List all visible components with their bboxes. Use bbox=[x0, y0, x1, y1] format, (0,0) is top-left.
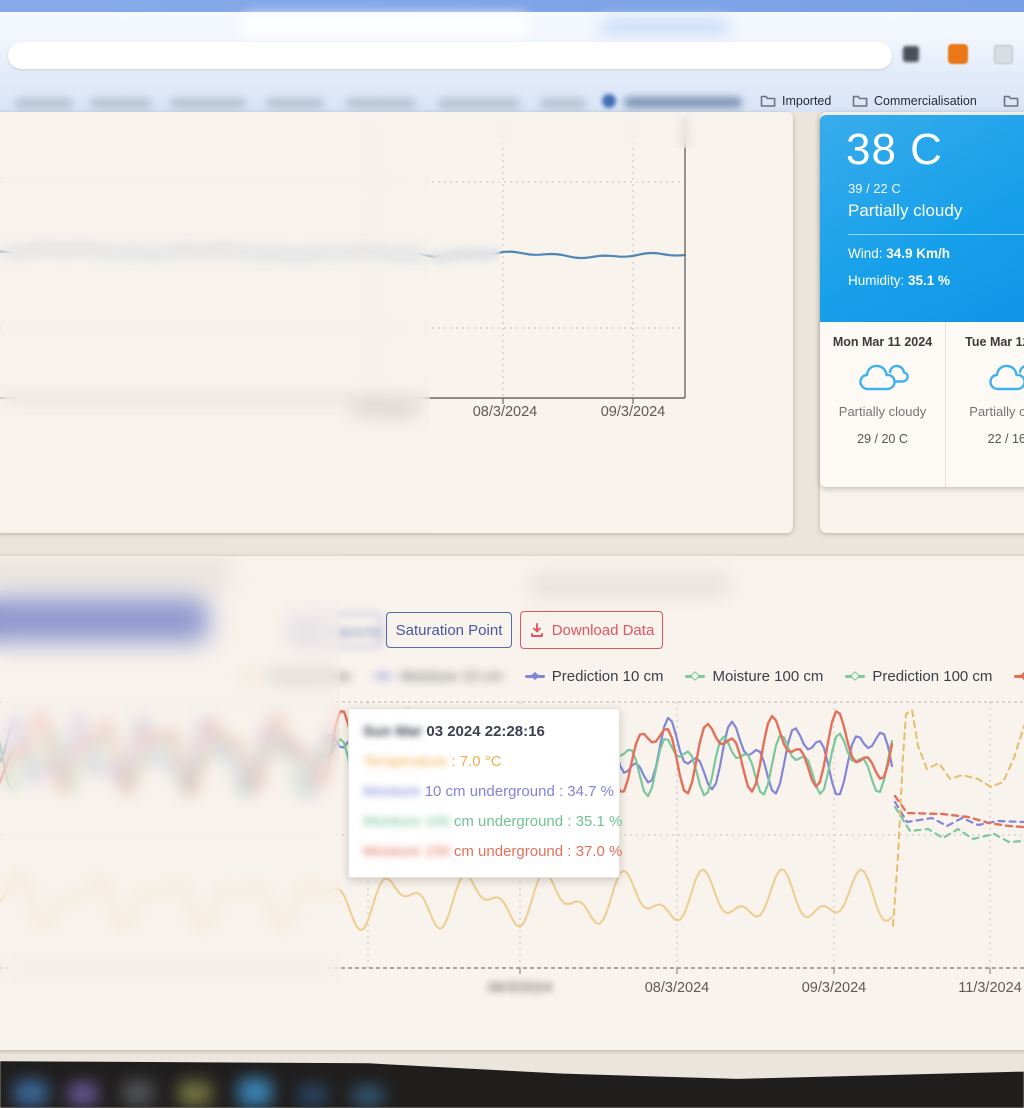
soil-history-card: 07/3/2024 08/3/2024 09/3/2024 bbox=[0, 112, 793, 533]
redaction-blur bbox=[0, 556, 340, 1050]
blurred-browser-tab[interactable] bbox=[240, 14, 530, 38]
tooltip-moisture150-row: Moisture 150 cm underground : 37.0 % bbox=[363, 837, 605, 867]
current-condition: Partially cloudy bbox=[848, 201, 962, 221]
humidity-label: Humidity: bbox=[848, 273, 904, 288]
taskbar-app-icon[interactable] bbox=[68, 1082, 98, 1106]
high-low-temperature: 39 / 22 C bbox=[848, 181, 901, 196]
folder-icon bbox=[852, 94, 868, 108]
x-tick-label: 09/3/2024 bbox=[802, 980, 867, 996]
forecast-condition: Partially cloudy bbox=[820, 404, 945, 419]
x-tick-label: 06/3/2024 bbox=[488, 980, 553, 996]
forecast-temps: 29 / 20 C bbox=[820, 432, 945, 446]
folder-icon bbox=[760, 94, 776, 108]
taskbar-app-icon[interactable] bbox=[238, 1078, 272, 1106]
soil-forecast-card: Field Capacity Saturation Point Download… bbox=[0, 556, 1024, 1050]
tooltip-title: Sun Mar 03 2024 22:28:16 bbox=[363, 717, 605, 747]
forecast-condition: Partially cloudy bbox=[946, 404, 1024, 419]
wind-label: Wind: bbox=[848, 246, 883, 261]
x-tick-label: 08/3/2024 bbox=[473, 404, 538, 420]
taskbar-app-icon[interactable] bbox=[352, 1086, 384, 1106]
bookmark-folder-cut[interactable] bbox=[1003, 91, 1019, 111]
forecast-date: Mon Mar 11 2024 bbox=[820, 335, 945, 349]
tooltip-moisture10-row: Moisture 10 cm underground : 34.7 % bbox=[363, 777, 605, 807]
humidity-row: Humidity: 35.1 % bbox=[848, 273, 950, 288]
forecast-day-card: Tue Mar 12 2024 Partially cloudy 22 / 16… bbox=[945, 322, 1024, 487]
taskbar-app-icon[interactable] bbox=[122, 1080, 154, 1106]
wind-row: Wind: 34.9 Km/h bbox=[848, 246, 950, 261]
extension-icon[interactable] bbox=[948, 44, 968, 64]
forecast-day-card: Mon Mar 11 2024 Partially cloudy 29 / 20… bbox=[820, 322, 945, 487]
taskbar-app-icon[interactable] bbox=[298, 1084, 328, 1106]
cloudy-icon bbox=[987, 359, 1024, 395]
redaction-blur bbox=[0, 112, 430, 533]
bookmark-folder-label: Imported bbox=[782, 94, 831, 108]
blurred-bookmark[interactable] bbox=[438, 98, 520, 109]
wind-value: 34.9 Km/h bbox=[886, 246, 950, 261]
blurred-browser-tab[interactable] bbox=[600, 17, 730, 36]
dashboard-page: 07/3/2024 08/3/2024 09/3/2024 38 C 39 / … bbox=[0, 112, 1024, 1108]
extension-icon[interactable] bbox=[994, 45, 1013, 64]
forecast-panel: Mon Mar 11 2024 Partially cloudy 29 / 20… bbox=[820, 322, 1024, 487]
taskbar-app-icon[interactable] bbox=[14, 1080, 48, 1106]
tooltip-temperature-row: Temperature : 7.0 °C bbox=[363, 747, 605, 777]
site-favicon[interactable] bbox=[602, 94, 616, 108]
blurred-bookmark[interactable] bbox=[15, 98, 73, 109]
weather-current-panel: 38 C 39 / 22 C Partially cloudy Wind: 34… bbox=[820, 115, 1024, 322]
blurred-bookmark[interactable] bbox=[90, 98, 152, 109]
extension-icon[interactable] bbox=[903, 46, 919, 62]
blurred-bookmark[interactable] bbox=[170, 98, 246, 109]
redaction-blur bbox=[430, 224, 500, 276]
tooltip-moisture100-row: Moisture 100 cm underground : 35.1 % bbox=[363, 807, 605, 837]
blurred-bookmark[interactable] bbox=[540, 98, 586, 109]
divider bbox=[848, 234, 1024, 235]
forecast-temps: 22 / 16 C bbox=[946, 432, 1024, 446]
bookmark-folder-commercialisation[interactable]: Commercialisation bbox=[852, 91, 977, 111]
current-temperature: 38 C bbox=[846, 125, 943, 175]
x-tick-label: 09/3/2024 bbox=[601, 404, 666, 420]
cloudy-icon bbox=[857, 359, 909, 395]
bookmark-folder-imported[interactable]: Imported bbox=[760, 91, 831, 111]
window-titlebar bbox=[0, 0, 1024, 12]
blurred-bookmark-label[interactable] bbox=[624, 97, 742, 108]
chart-tooltip: Sun Mar 03 2024 22:28:16 Temperature : 7… bbox=[348, 708, 620, 878]
weather-widget: 38 C 39 / 22 C Partially cloudy Wind: 34… bbox=[820, 115, 1024, 487]
folder-icon bbox=[1003, 94, 1019, 108]
browser-toolbar: Imported Commercialisation bbox=[0, 12, 1024, 112]
blurred-bookmark[interactable] bbox=[266, 98, 324, 109]
x-tick-label: 11/3/2024 bbox=[958, 980, 1021, 996]
taskbar-app-icon[interactable] bbox=[178, 1081, 212, 1106]
blurred-bookmark[interactable] bbox=[346, 98, 416, 109]
address-bar[interactable] bbox=[8, 42, 892, 69]
x-tick-label: 08/3/2024 bbox=[645, 980, 710, 996]
bookmark-folder-label: Commercialisation bbox=[874, 94, 977, 108]
redaction-blur bbox=[0, 112, 793, 148]
humidity-value: 35.1 % bbox=[908, 273, 950, 288]
forecast-date: Tue Mar 12 2024 bbox=[946, 335, 1024, 349]
screen: Imported Commercialisation 07/3/2024 08/… bbox=[0, 0, 1024, 1108]
